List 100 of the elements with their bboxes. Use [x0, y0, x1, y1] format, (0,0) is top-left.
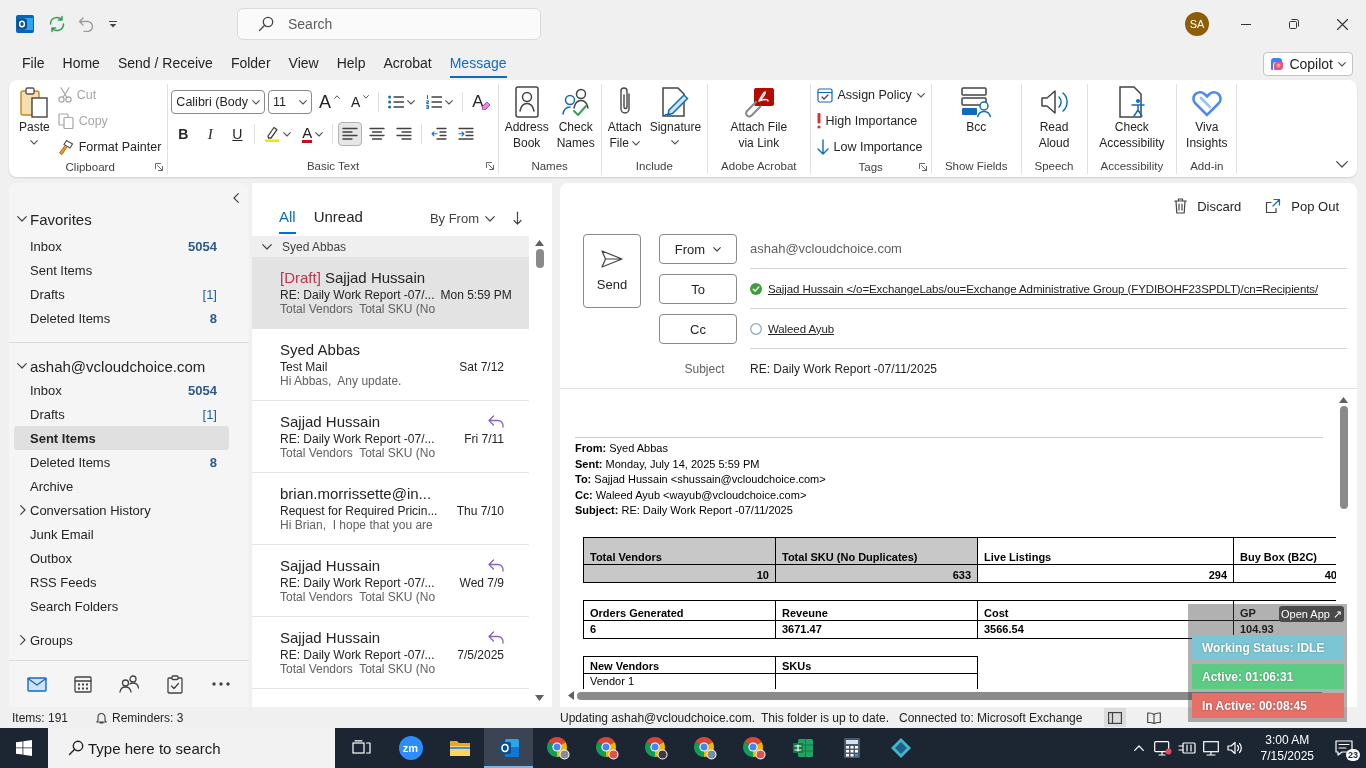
folder-item[interactable]: Sent Items	[14, 426, 229, 450]
sort-button[interactable]: By From	[429, 211, 495, 226]
low-importance-button[interactable]: Low Importance	[813, 134, 928, 160]
high-importance-button[interactable]: High Importance	[813, 108, 928, 134]
tasks-icon[interactable]	[167, 674, 183, 694]
pop-out-button[interactable]: Pop Out	[1265, 198, 1339, 214]
chevron-up-icon[interactable]	[1133, 745, 1144, 751]
read-aloud-button[interactable]: Read Aloud	[1035, 84, 1073, 151]
taskbar-clock[interactable]: 3:00 AM 7/15/2025	[1252, 732, 1322, 764]
normal-view-button[interactable]	[1104, 708, 1126, 727]
bcc-button[interactable]: Bcc	[957, 84, 996, 135]
folder-item[interactable]: RSS Feeds	[14, 570, 229, 594]
close-icon[interactable]	[1336, 18, 1348, 30]
folder-item[interactable]: Inbox 5054	[14, 378, 229, 402]
folder-item[interactable]: Deleted Items 8	[14, 450, 229, 474]
arrow-down-icon[interactable]	[513, 211, 522, 225]
underline-button[interactable]: U	[225, 122, 250, 146]
address-book-button[interactable]: Address Book	[501, 84, 552, 151]
notifications-button[interactable]: 23	[1322, 728, 1366, 768]
scroll-up-icon[interactable]	[535, 240, 544, 246]
subject-field[interactable]: RE: Daily Work Report -07/11/2025	[750, 354, 1347, 384]
to-field[interactable]: Sajjad Hussain </o=ExchangeLabs/ou=Exchange Administrative Group (FYDIBOHF23SPDLT)/cn=Recipients/	[750, 274, 1347, 309]
clear-formatting-button[interactable]: A	[468, 90, 495, 114]
message-item[interactable]: Sajjad Hussain RE: Daily Work Report -07/... 7/5/2025 Total Vendors Total SKU (No	[252, 617, 529, 689]
folder-item[interactable]: Drafts [1]	[14, 282, 229, 306]
from-button[interactable]: From	[659, 234, 737, 264]
folder-item[interactable]: Archive	[14, 474, 229, 498]
chevron-right-icon[interactable]	[20, 635, 26, 645]
folder-item[interactable]: Conversation History	[14, 498, 229, 522]
menu-tab[interactable]: View	[279, 48, 328, 78]
menu-tab[interactable]: Acrobat	[374, 48, 441, 78]
menu-tab[interactable]: Help	[327, 48, 375, 78]
minimize-icon[interactable]	[1241, 23, 1251, 25]
format-painter-button[interactable]: Format Painter	[54, 134, 165, 160]
attach-file-via-link-button[interactable]: Attach File via Link	[727, 84, 791, 151]
insights-button[interactable]: Viva Insights	[1183, 84, 1231, 151]
more-icon[interactable]	[212, 682, 230, 686]
cc-field[interactable]: Waleed Ayub	[750, 314, 1347, 349]
open-app-link[interactable]: Open App ↗	[1279, 606, 1344, 622]
folder-section-header[interactable]: Favorites	[9, 209, 92, 229]
folder-item[interactable]: Groups	[14, 628, 229, 652]
discard-button[interactable]: Discard	[1174, 198, 1242, 214]
recipient-link[interactable]: Waleed Ayub	[768, 322, 835, 335]
italic-button[interactable]: I	[198, 122, 223, 146]
chevron-left-icon[interactable]	[233, 193, 239, 203]
restore-icon[interactable]	[1289, 19, 1299, 29]
filter-tab[interactable]: Unread	[313, 207, 363, 234]
filter-tab[interactable]: All	[279, 207, 296, 234]
conversation-group-header[interactable]: Syed Abbas	[252, 236, 529, 257]
chevron-down-icon[interactable]	[17, 216, 27, 222]
chevron-down-icon[interactable]	[17, 363, 27, 369]
scroll-down-icon[interactable]	[535, 695, 544, 701]
folder-item[interactable]: Sent Items	[14, 258, 229, 282]
bold-button[interactable]: B	[171, 122, 196, 146]
taskbar-search-field[interactable]: Type here to search	[48, 728, 335, 768]
font-size-select[interactable]: 11	[267, 90, 312, 114]
menu-tab[interactable]: Send / Receive	[108, 48, 222, 78]
volume-icon[interactable]	[1226, 741, 1243, 755]
people-icon[interactable]	[119, 675, 139, 693]
font-color-button[interactable]: A	[298, 122, 328, 146]
start-icon[interactable]	[16, 740, 32, 756]
folder-item[interactable]: Junk Email	[14, 522, 229, 546]
grow-font-button[interactable]: A	[314, 90, 344, 114]
signature-button[interactable]: Signature	[646, 84, 705, 145]
to-button[interactable]: To	[659, 274, 737, 304]
message-item[interactable]: Sajjad Hussain RE: Daily Work Report -07/... Wed 7/9 Total Vendors Total SKU (No	[252, 545, 529, 617]
dialog-launcher-icon[interactable]	[485, 162, 494, 170]
screen-icon[interactable]	[1153, 740, 1172, 756]
align-left-button[interactable]	[338, 122, 363, 146]
recipient-link[interactable]: Sajjad Hussain </o=ExchangeLabs/ou=Exchange Administrative Group (FYDIBOHF23SPDLT)/cn=Recipients/	[768, 282, 1319, 295]
scroll-up-icon[interactable]	[1339, 397, 1348, 403]
scroll-left-icon[interactable]	[568, 691, 574, 700]
menu-tab[interactable]: Folder	[221, 48, 280, 78]
folder-item[interactable]: Inbox 5054	[14, 234, 229, 258]
dialog-launcher-icon[interactable]	[155, 163, 164, 171]
copilot-button[interactable]: Copilot	[1263, 52, 1353, 76]
search-field[interactable]: Search	[237, 8, 541, 40]
folder-item[interactable]: Drafts [1]	[14, 402, 229, 426]
paste-button[interactable]: Paste	[16, 84, 53, 145]
cc-button[interactable]: Cc	[659, 314, 737, 344]
send-button[interactable]: Send	[583, 234, 641, 308]
account-avatar[interactable]: SA	[1185, 12, 1209, 36]
folder-item[interactable]: Deleted Items 8	[14, 306, 229, 330]
message-item[interactable]: Syed Abbas Test Mail Sat 7/12 Hi Abbas, Any update.	[252, 329, 529, 401]
folder-section-header[interactable]: ashah@vcloudchoice.com	[9, 356, 206, 376]
menu-tab[interactable]: File	[13, 48, 54, 78]
reminders-count[interactable]: Reminders: 3	[112, 710, 184, 725]
message-item[interactable]: Sajjad Hussain RE: Daily Work Report -07/... Fri 7/11 Total Vendors Total SKU (No	[252, 401, 529, 473]
network-icon[interactable]	[1202, 740, 1219, 756]
calendar-icon[interactable]	[74, 675, 92, 693]
folder-item[interactable]: Outbox	[14, 546, 229, 570]
check-accessibility-button[interactable]: Check Accessibility	[1096, 84, 1168, 151]
shrink-font-button[interactable]: A	[346, 90, 374, 114]
folder-item[interactable]: Search Folders	[14, 594, 229, 618]
chevron-down-icon[interactable]	[1336, 161, 1348, 168]
chevron-right-icon[interactable]	[20, 505, 26, 515]
assign-policy-button[interactable]: Assign Policy	[813, 82, 928, 108]
vertical-scroll-thumb[interactable]	[1339, 406, 1348, 509]
dialog-launcher-icon[interactable]	[918, 163, 927, 171]
message-item[interactable]: [Draft] Sajjad Hussain RE: Daily Work Report -07/... Mon 5:59 PM Total Vendors Total SKU (No	[252, 257, 529, 329]
